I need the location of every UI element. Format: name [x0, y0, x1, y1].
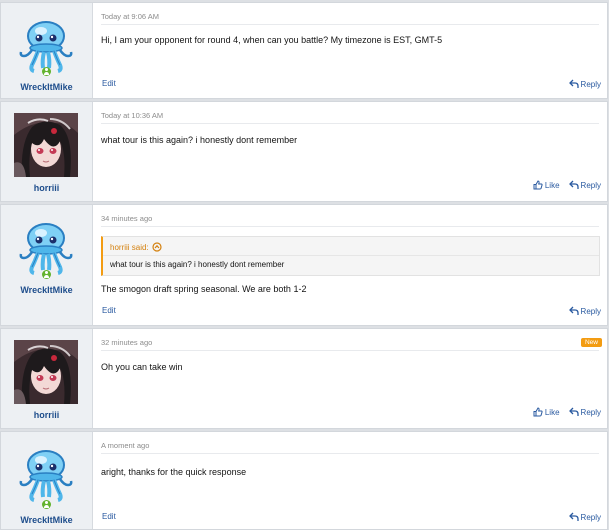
post-5: WreckItMike A moment ago aright, thanks … — [0, 431, 608, 530]
message-text: Hi, I am your opponent for round 4, when… — [101, 35, 443, 45]
divider — [101, 453, 599, 454]
post-actions: Like Reply — [533, 407, 601, 417]
message-cell: Today at 10:36 AM what tour is this agai… — [93, 102, 607, 201]
username-link[interactable]: horriii — [1, 410, 92, 420]
post-actions: Reply — [569, 306, 601, 316]
edit-link[interactable]: Edit — [102, 512, 116, 521]
message-text: Oh you can take win — [101, 362, 183, 372]
post-date[interactable]: Today at 10:36 AM — [101, 111, 163, 120]
message-text: aright, thanks for the quick response — [101, 467, 247, 477]
edit-link[interactable]: Edit — [102, 306, 116, 315]
post-3: WreckItMike 34 minutes ago horriii said:… — [0, 204, 608, 326]
reply-arrow-icon — [569, 512, 579, 522]
quote-header[interactable]: horriii said: — [110, 242, 162, 252]
reply-label: Reply — [580, 306, 601, 316]
post-date[interactable]: A moment ago — [101, 441, 149, 450]
divider — [103, 255, 599, 256]
reply-arrow-icon — [569, 407, 579, 417]
post-date[interactable]: 34 minutes ago — [101, 214, 152, 223]
username-link[interactable]: WreckItMike — [1, 285, 92, 295]
message-text: what tour is this again? i honestly dont… — [101, 135, 298, 145]
thumbs-up-icon — [533, 407, 543, 417]
quote-block: horriii said: what tour is this again? i… — [101, 236, 600, 276]
reply-label: Reply — [580, 512, 601, 522]
like-label: Like — [544, 407, 560, 417]
message-cell: A moment ago aright, thanks for the quic… — [93, 432, 607, 529]
anime-girl-avatar[interactable] — [14, 340, 78, 404]
thumbs-up-icon — [533, 180, 543, 190]
reply-arrow-icon — [569, 306, 579, 316]
online-status-icon — [42, 270, 51, 279]
post-2: horriii Today at 10:36 AM what tour is t… — [0, 101, 608, 202]
message-cell: Today at 9:06 AM Hi, I am your opponent … — [93, 3, 607, 98]
anime-girl-avatar[interactable] — [14, 113, 78, 177]
user-cell: WreckItMike — [1, 205, 93, 325]
message-cell: 34 minutes ago horriii said: what tour i… — [93, 205, 607, 325]
chevron-up-circle-icon[interactable] — [152, 242, 162, 252]
username-link[interactable]: WreckItMike — [1, 82, 92, 92]
user-cell: WreckItMike — [1, 3, 93, 98]
reply-button[interactable]: Reply — [569, 180, 601, 190]
post-4: horriii 32 minutes ago New Oh you can ta… — [0, 328, 608, 429]
like-button[interactable]: Like — [533, 407, 560, 417]
like-button[interactable]: Like — [533, 180, 560, 190]
reply-arrow-icon — [569, 79, 579, 89]
online-status-icon — [42, 67, 51, 76]
quote-author: horriii said: — [110, 242, 149, 252]
online-status-icon — [42, 500, 51, 509]
edit-link[interactable]: Edit — [102, 79, 116, 88]
post-date[interactable]: 32 minutes ago — [101, 338, 152, 347]
divider — [101, 123, 599, 124]
divider — [101, 24, 599, 25]
post-actions: Like Reply — [533, 180, 601, 190]
user-cell: horriii — [1, 102, 93, 201]
message-thread: WreckItMike Today at 9:06 AM Hi, I am yo… — [0, 0, 609, 530]
jellyfish-avatar[interactable] — [14, 443, 78, 507]
reply-button[interactable]: Reply — [569, 512, 601, 522]
post-date[interactable]: Today at 9:06 AM — [101, 12, 159, 21]
post-actions: Reply — [569, 512, 601, 522]
message-text: The smogon draft spring seasonal. We are… — [101, 284, 307, 294]
reply-label: Reply — [580, 407, 601, 417]
user-cell: horriii — [1, 329, 93, 428]
message-cell: 32 minutes ago New Oh you can take win L… — [93, 329, 607, 428]
post-1: WreckItMike Today at 9:06 AM Hi, I am yo… — [0, 2, 608, 99]
divider — [101, 350, 599, 351]
new-badge: New — [580, 338, 602, 347]
reply-label: Reply — [580, 180, 601, 190]
reply-label: Reply — [580, 79, 601, 89]
reply-button[interactable]: Reply — [569, 306, 601, 316]
post-actions: Reply — [569, 79, 601, 89]
reply-button[interactable]: Reply — [569, 79, 601, 89]
divider — [101, 226, 599, 227]
like-label: Like — [544, 180, 560, 190]
reply-arrow-icon — [569, 180, 579, 190]
username-link[interactable]: horriii — [1, 183, 92, 193]
quote-text: what tour is this again? i honestly dont… — [110, 260, 285, 269]
reply-button[interactable]: Reply — [569, 407, 601, 417]
username-link[interactable]: WreckItMike — [1, 515, 92, 525]
user-cell: WreckItMike — [1, 432, 93, 529]
